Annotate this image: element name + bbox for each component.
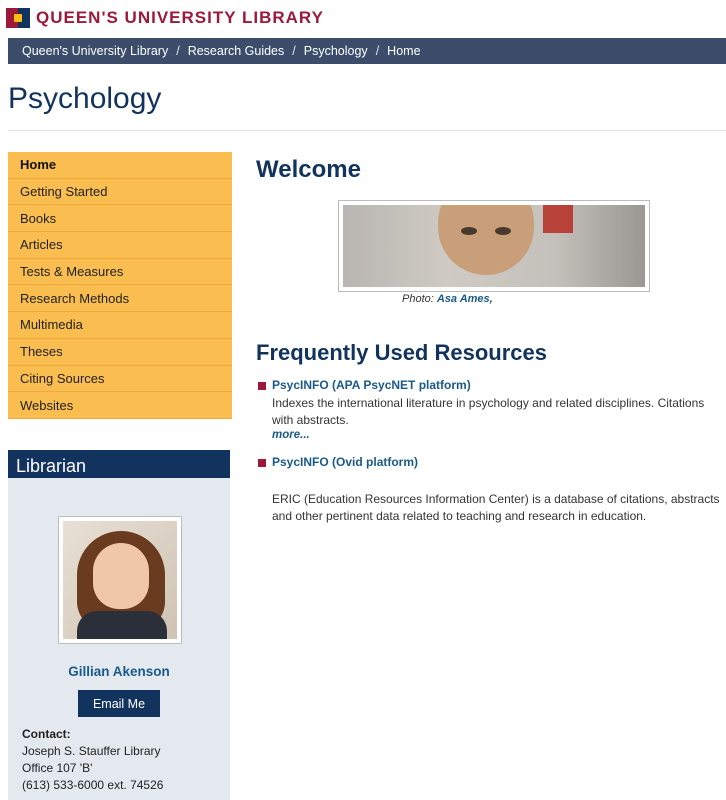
librarian-name[interactable]: Gillian Akenson [8, 664, 230, 679]
nav-item-multimedia[interactable]: Multimedia [8, 312, 232, 339]
librarian-contact: Contact: Joseph S. Stauffer Library Offi… [22, 726, 163, 794]
nav-item-theses[interactable]: Theses [8, 338, 232, 366]
breadcrumb-psychology[interactable]: Psychology [304, 44, 368, 58]
resource-item: ERIC (Education Resources Information Ce… [258, 474, 726, 524]
resource-item: PsycINFO (APA PsycNET platform) Indexes … [258, 378, 726, 448]
site-brand[interactable]: QUEEN'S UNIVERSITY LIBRARY [36, 8, 324, 28]
title-divider [8, 130, 726, 131]
breadcrumb-separator: / [375, 44, 380, 58]
librarian-heading: Librarian [8, 450, 230, 478]
nav-item-websites[interactable]: Websites [8, 392, 232, 419]
email-me-button[interactable]: Email Me [78, 690, 160, 717]
breadcrumb-research-guides[interactable]: Research Guides [188, 44, 285, 58]
librarian-photo [58, 516, 182, 644]
photo-credit-link[interactable]: Asa Ames, [437, 293, 493, 305]
welcome-heading: Welcome [256, 156, 361, 183]
breadcrumb-current: Home [387, 44, 421, 58]
resources-heading: Frequently Used Resources [256, 340, 547, 365]
contact-phone: (613) 533-6000 ext. 74526 [22, 778, 164, 792]
nav-item-getting-started[interactable]: Getting Started [8, 178, 232, 206]
breadcrumb: Queen's University Library / Research Gu… [8, 38, 726, 64]
resource-link-psycinfo-apa[interactable]: PsycINFO (APA PsycNET platform) [272, 378, 471, 392]
nav-item-books[interactable]: Books [8, 205, 232, 233]
side-navigation: Home Getting Started Books Articles Test… [8, 152, 232, 419]
contact-label: Contact: [22, 727, 71, 741]
more-link[interactable]: more... [272, 429, 310, 441]
page-title: Psychology [8, 82, 162, 115]
queens-crest-logo[interactable] [6, 8, 30, 28]
librarian-box: Librarian Gillian Akenson Email Me Conta… [8, 450, 230, 800]
welcome-photo [338, 200, 650, 292]
resource-link-psycinfo-ovid[interactable]: PsycINFO (Ovid platform) [272, 455, 418, 469]
breadcrumb-library[interactable]: Queen's University Library [22, 44, 168, 58]
breadcrumb-separator: / [292, 44, 296, 58]
contact-office: Office 107 'B' [22, 761, 93, 775]
nav-item-home[interactable]: Home [8, 152, 232, 179]
resource-description: Indexes the international literature in … [272, 396, 705, 427]
nav-item-research-methods[interactable]: Research Methods [8, 285, 232, 313]
site-header: QUEEN'S UNIVERSITY LIBRARY [0, 0, 726, 38]
photo-caption: Photo: Asa Ames, [402, 293, 493, 305]
bullet-icon [258, 459, 266, 467]
photo-caption-prefix: Photo: [402, 293, 434, 305]
nav-item-citing-sources[interactable]: Citing Sources [8, 365, 232, 393]
nav-item-tests-measures[interactable]: Tests & Measures [8, 258, 232, 286]
resource-description-eric: ERIC (Education Resources Information Ce… [272, 492, 720, 523]
breadcrumb-separator: / [176, 44, 180, 58]
bullet-icon [258, 382, 266, 390]
contact-location: Joseph S. Stauffer Library [22, 744, 161, 758]
nav-item-articles[interactable]: Articles [8, 232, 232, 259]
